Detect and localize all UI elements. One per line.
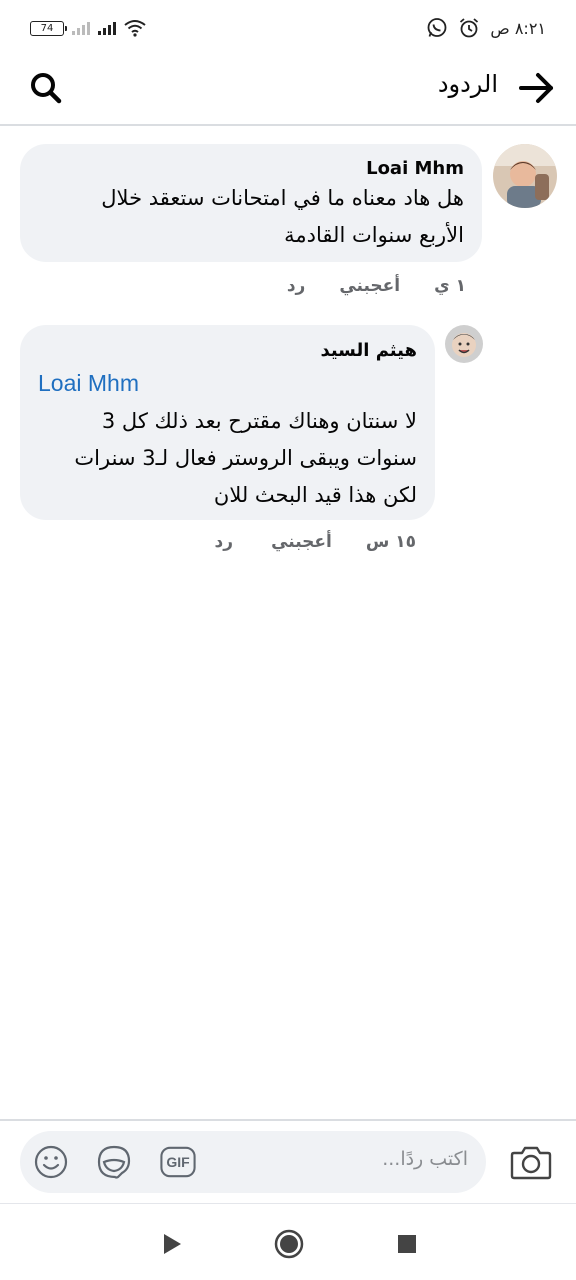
home-circle-icon xyxy=(274,1229,304,1259)
comment-author-2[interactable]: هيثم السيد xyxy=(320,340,417,361)
comment-line: لا سنتان وهناك مقترح بعد ذلك كل 3 xyxy=(101,409,417,433)
battery-level: 74 xyxy=(40,22,54,34)
signal-sim2-icon xyxy=(98,21,116,35)
avatar-image xyxy=(493,144,557,208)
comment-time-2: ١٥ س xyxy=(365,532,416,552)
nav-home-button[interactable] xyxy=(271,1226,307,1262)
camera-button[interactable] xyxy=(508,1140,554,1184)
comment-line: هل هاد معناه ما في امتحانات ستعقد خلال xyxy=(101,186,464,210)
comment-text-1: هل هاد معناه ما في امتحانات ستعقد خلال ا… xyxy=(101,180,464,254)
comment-bubble-2[interactable]: هيثم السيد Loai Mhm لا سنتان وهناك مقترح… xyxy=(20,325,435,520)
composer-divider xyxy=(0,1119,576,1121)
emoji-button[interactable] xyxy=(33,1144,69,1180)
comment-line: سنوات ويبقى الروستر فعال لـ3 سنرات xyxy=(74,446,417,470)
status-left: 74 xyxy=(30,16,146,40)
header: الردود xyxy=(0,56,576,126)
gif-label: GIF xyxy=(166,1154,190,1170)
comment-line: الأربع سنوات القادمة xyxy=(284,223,464,247)
status-right: ٨:٢١ ص xyxy=(426,14,546,42)
comment-actions-1: ١ ي أعجبني رد xyxy=(287,276,466,296)
signal-sim1-icon xyxy=(72,21,90,35)
reply-button[interactable]: رد xyxy=(287,276,306,296)
smiley-icon xyxy=(34,1145,68,1179)
system-nav-bar xyxy=(0,1203,576,1280)
play-triangle-icon xyxy=(164,1234,181,1254)
comment-line: لكن هذا قيد البحث للان xyxy=(213,483,417,507)
sticker-button[interactable] xyxy=(96,1144,132,1180)
back-button[interactable] xyxy=(516,68,558,108)
whatsapp-icon xyxy=(427,18,447,37)
comment-author-1[interactable]: Loai Mhm xyxy=(366,158,464,179)
like-button[interactable]: أعجبني xyxy=(271,532,332,552)
status-bar: 74 ٨:٢١ ص xyxy=(0,0,576,56)
search-icon xyxy=(31,73,62,104)
gif-button[interactable]: GIF xyxy=(160,1144,196,1180)
avatar-image xyxy=(445,325,483,363)
wifi-icon xyxy=(124,20,146,37)
comment-time-1: ١ ي xyxy=(434,276,466,296)
arrow-right-icon xyxy=(519,73,553,103)
like-button[interactable]: أعجبني xyxy=(339,276,400,296)
alarm-icon xyxy=(460,18,479,38)
battery-icon: 74 xyxy=(30,20,67,36)
page-title: الردود xyxy=(437,70,498,98)
sticker-icon xyxy=(97,1145,131,1179)
avatar-haitham[interactable] xyxy=(445,325,483,363)
avatar-loai[interactable] xyxy=(493,144,557,208)
reply-composer[interactable]: GIF اكتب ردًا... xyxy=(20,1131,486,1193)
reply-button[interactable]: رد xyxy=(215,532,234,552)
mention-link[interactable]: Loai Mhm xyxy=(38,370,139,397)
comment-bubble-1[interactable]: Loai Mhm هل هاد معناه ما في امتحانات ستع… xyxy=(20,144,482,262)
camera-icon xyxy=(510,1146,552,1180)
comment-text-2: لا سنتان وهناك مقترح بعد ذلك كل 3 سنوات … xyxy=(74,403,417,514)
nav-back-button[interactable] xyxy=(154,1226,190,1262)
nav-recents-button[interactable] xyxy=(389,1226,425,1262)
comment-actions-2: ١٥ س أعجبني رد xyxy=(215,532,416,552)
status-time: ٨:٢١ ص xyxy=(490,18,546,38)
square-icon xyxy=(398,1235,416,1253)
reply-input[interactable]: اكتب ردًا... xyxy=(382,1148,468,1170)
search-button[interactable] xyxy=(26,68,66,108)
